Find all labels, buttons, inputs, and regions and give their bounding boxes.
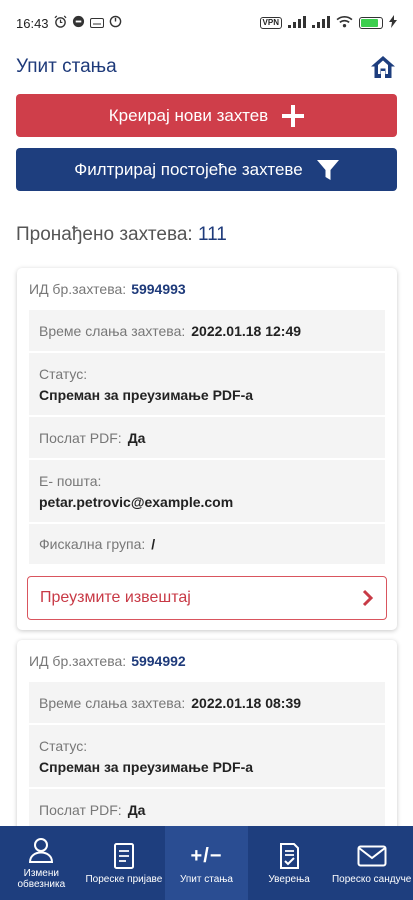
vpn-badge: VPN xyxy=(259,17,282,29)
signal-icon xyxy=(312,15,330,31)
request-card: ИД бр.захтева: 5994993 Време слања захте… xyxy=(17,268,397,630)
nav-item-edit-taxpayer[interactable]: Измени обвезника xyxy=(0,826,83,900)
status-value: Спреман за преузимање PDF-а xyxy=(39,386,254,403)
status-label: Статус: xyxy=(39,365,88,382)
download-report-button[interactable]: Преузмите извештај xyxy=(27,576,387,620)
nav-label: Уверења xyxy=(268,873,310,885)
email-value: petar.petrovic@example.com xyxy=(39,493,234,510)
sent-time-label: Време слања захтева: xyxy=(39,694,186,711)
status-value: Спреман за преузимање PDF-а xyxy=(39,758,254,775)
plus-icon xyxy=(282,104,305,127)
create-request-button[interactable]: Креирај нови захтев xyxy=(16,94,397,137)
email-label: Е- пошта: xyxy=(39,472,102,489)
download-report-label: Преузмите извештај xyxy=(40,589,191,606)
nav-item-balance-inquiry[interactable]: +/− Упит стања xyxy=(165,826,248,900)
fiscal-group-field: Фискална група: / xyxy=(29,524,385,564)
status-label: Статус: xyxy=(39,737,88,754)
chevron-right-icon xyxy=(362,589,374,607)
status-time: 16:43 xyxy=(16,15,49,31)
wifi-icon xyxy=(336,15,353,31)
nav-item-certificates[interactable]: Уверења xyxy=(248,826,331,900)
signal-icon xyxy=(288,15,306,31)
sent-time-value: 2022.01.18 08:39 xyxy=(191,694,302,711)
home-icon xyxy=(371,56,395,78)
nav-item-tax-returns[interactable]: Пореске пријаве xyxy=(83,826,166,900)
filter-requests-button[interactable]: Филтрирај постојеће захтеве xyxy=(16,148,397,191)
pdf-sent-label: Послат PDF: xyxy=(39,429,122,446)
keyboard-icon xyxy=(89,16,104,31)
request-id-value: 5994993 xyxy=(131,281,186,297)
user-icon xyxy=(27,836,55,864)
filter-requests-label: Филтрирај постојеће захтеве xyxy=(74,159,303,179)
pdf-sent-value: Да xyxy=(127,801,146,818)
nav-label: Измени обвезника xyxy=(17,868,66,890)
charging-icon xyxy=(389,15,397,31)
request-id-row: ИД бр.захтева: 5994993 xyxy=(17,268,397,310)
fiscal-group-label: Фискална група: xyxy=(39,536,146,552)
envelope-icon xyxy=(357,842,387,870)
results-count-value: 111 xyxy=(197,224,227,245)
plus-minus-icon: +/− xyxy=(190,844,223,867)
document-icon xyxy=(113,842,135,870)
status-field: Статус: Спреман за преузимање PDF-а xyxy=(29,353,385,415)
email-field: Е- пошта: petar.petrovic@example.com xyxy=(29,460,385,522)
nav-item-tax-mailbox[interactable]: Пореско сандуче xyxy=(330,826,413,900)
pdf-sent-field: Послат PDF: Да xyxy=(29,417,385,458)
power-icon xyxy=(109,15,122,31)
alarm-icon xyxy=(54,15,67,31)
sent-time-field: Време слања захтева: 2022.01.18 08:39 xyxy=(29,682,385,723)
sent-time-field: Време слања захтева: 2022.01.18 12:49 xyxy=(29,310,385,351)
fiscal-group-value: / xyxy=(151,536,156,552)
create-request-label: Креирај нови захтев xyxy=(108,105,269,125)
request-id-row: ИД бр.захтева: 5994992 xyxy=(17,640,397,682)
pdf-sent-field: Послат PDF: Да xyxy=(29,789,385,830)
request-id-label: ИД бр.захтева: xyxy=(29,281,127,297)
sent-time-value: 2022.01.18 12:49 xyxy=(191,322,302,339)
pdf-sent-value: Да xyxy=(127,429,146,446)
sent-time-label: Време слања захтева: xyxy=(39,322,186,339)
app-header: Упит стања xyxy=(0,46,413,88)
battery-icon xyxy=(359,17,383,29)
app-notification-icon xyxy=(72,15,85,31)
nav-label: Пореско сандуче xyxy=(331,873,412,885)
page-title: Упит стања xyxy=(16,56,117,77)
certificate-check-icon xyxy=(277,842,301,870)
filter-icon xyxy=(316,159,339,180)
nav-label: Пореске пријаве xyxy=(85,873,163,885)
home-button[interactable] xyxy=(369,53,397,81)
status-bar: 16:43 VPN xyxy=(0,0,413,46)
results-count: Пронађено захтева: 111 xyxy=(16,224,227,246)
results-label: Пронађено захтева: xyxy=(16,224,193,245)
nav-label: Упит стања xyxy=(179,873,233,885)
pdf-sent-label: Послат PDF: xyxy=(39,801,122,818)
bottom-navigation: Измени обвезника Пореске пријаве +/− Упи… xyxy=(0,826,413,900)
request-id-label: ИД бр.захтева: xyxy=(29,653,127,669)
request-id-value: 5994992 xyxy=(131,653,186,669)
status-field: Статус: Спреман за преузимање PDF-а xyxy=(29,725,385,787)
